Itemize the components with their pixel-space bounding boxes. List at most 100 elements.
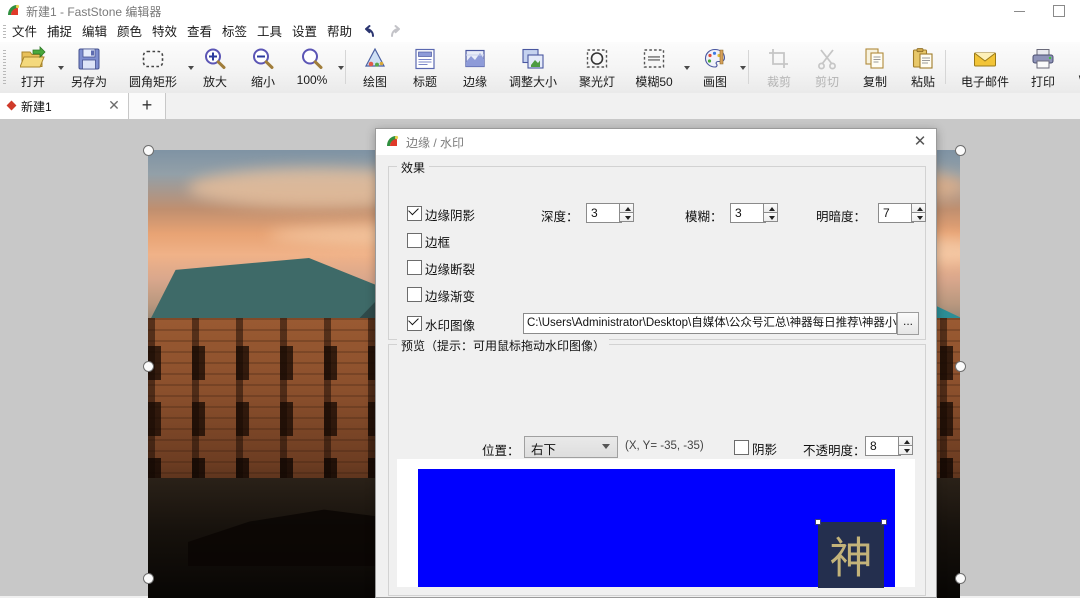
- depth-spinner[interactable]: 3: [586, 203, 636, 223]
- toolbar-word-button[interactable]: W Word: [1068, 44, 1080, 91]
- toolbar-paste-label: 粘贴: [910, 75, 935, 89]
- checkbox-label: 水印图像: [425, 319, 476, 333]
- menu-item-file[interactable]: 文件: [9, 24, 40, 40]
- paste-icon: [910, 46, 936, 72]
- blur-decrement-button[interactable]: [763, 212, 778, 222]
- menu-item-tags[interactable]: 标签: [219, 24, 250, 40]
- redo-icon: [386, 24, 404, 40]
- toolbar-zoomout-label: 缩小: [250, 75, 275, 89]
- caption-icon: [412, 46, 438, 72]
- toolbar-open-label: 打开: [20, 75, 45, 89]
- toolbar-print-button[interactable]: 打印: [1020, 44, 1066, 91]
- toolbar-draw-label: 绘图: [362, 75, 387, 89]
- watermark-glyph: 神: [829, 534, 873, 584]
- menu-item-help[interactable]: 帮助: [324, 24, 355, 40]
- toolbar-paste-button[interactable]: 粘贴: [900, 44, 946, 91]
- toolbar-zoom100-button[interactable]: 100%: [288, 44, 336, 91]
- menu-item-color[interactable]: 颜色: [114, 24, 145, 40]
- toolbar-zoomin-button[interactable]: 放大: [192, 44, 238, 91]
- toolbar-caption-label: 标题: [412, 75, 437, 89]
- toolbar-email-button[interactable]: 电子邮件: [952, 44, 1018, 91]
- tab-new1[interactable]: 新建1 ✕: [0, 93, 129, 119]
- minimize-icon[interactable]: [1002, 0, 1038, 21]
- close-icon[interactable]: ✕: [909, 132, 931, 152]
- watermark-handle-ne[interactable]: [881, 519, 887, 525]
- paint-palette-icon: [702, 46, 728, 72]
- watermark-path-input[interactable]: C:\Users\Administrator\Desktop\自媒体\公众号汇总…: [523, 313, 897, 334]
- draw-icon: [362, 46, 388, 72]
- rounded-rect-icon: [140, 46, 166, 72]
- undo-icon[interactable]: [362, 24, 380, 40]
- faststone-logo-icon: [6, 3, 21, 18]
- resize-handle-sw[interactable]: [143, 573, 154, 584]
- toolbar-spotlight-label: 聚光灯: [578, 75, 615, 89]
- menu-item-settings[interactable]: 设置: [289, 24, 320, 40]
- toolbar-print-label: 打印: [1030, 75, 1055, 89]
- edge-watermark-dialog[interactable]: 边缘 / 水印 ✕ 效果 边缘阴影 深度： 3 模糊： 3 明暗度： 7 边框 …: [375, 128, 937, 598]
- toolbar-crop-button: 裁剪: [756, 44, 802, 91]
- toolbar-crop-label: 裁剪: [766, 75, 791, 89]
- resize-handle-ne[interactable]: [955, 145, 966, 156]
- brightness-input[interactable]: 7: [878, 203, 914, 223]
- tab-label: 新建1: [21, 100, 52, 114]
- toolbar-saveas-button[interactable]: 另存为: [62, 44, 116, 91]
- resize-handle-nw[interactable]: [143, 145, 154, 156]
- checkbox-label: 边缘断裂: [425, 263, 476, 277]
- depth-label: 深度：: [541, 210, 579, 224]
- brightness-decrement-button[interactable]: [911, 212, 926, 222]
- preview-surface[interactable]: 神: [397, 459, 915, 588]
- effects-group-label: 效果: [397, 159, 430, 176]
- maximize-icon[interactable]: [1040, 0, 1076, 21]
- depth-input[interactable]: 3: [586, 203, 622, 223]
- checkbox-box: [407, 233, 422, 248]
- menu-grip: [3, 25, 6, 39]
- toolbar-copy-button[interactable]: 复制: [852, 44, 898, 91]
- menu-item-capture[interactable]: 捕捉: [44, 24, 75, 40]
- email-icon: [972, 46, 998, 72]
- toolbar-zoomin-label: 放大: [202, 75, 227, 89]
- toolbar-blur-button[interactable]: 模糊50: [626, 44, 682, 91]
- menu-item-view[interactable]: 查看: [184, 24, 215, 40]
- toolbar-separator: [945, 50, 946, 84]
- spotlight-icon: [584, 46, 610, 72]
- menu-item-tools[interactable]: 工具: [254, 24, 285, 40]
- toolbar-blur-dropdown[interactable]: [683, 44, 692, 91]
- save-disk-icon: [76, 46, 102, 72]
- toolbar-blur-label: 模糊50: [635, 75, 673, 89]
- toolbar-edge-button[interactable]: 边缘: [452, 44, 498, 91]
- brightness-spinner[interactable]: 7: [878, 203, 928, 223]
- resize-handle-e[interactable]: [955, 361, 966, 372]
- watermark-browse-button[interactable]: ...: [897, 312, 919, 335]
- toolbar-email-label: 电子邮件: [960, 75, 1009, 89]
- toolbar-paint-dropdown[interactable]: [739, 44, 748, 91]
- watermark-handle-nw[interactable]: [815, 519, 821, 525]
- watermark-overlay[interactable]: 神: [815, 519, 887, 588]
- toolbar-draw-button[interactable]: 绘图: [352, 44, 398, 91]
- toolbar-open-button[interactable]: 打开: [10, 44, 56, 91]
- toolbar-paint-button[interactable]: 画图: [692, 44, 738, 91]
- checkbox-box: [407, 287, 422, 302]
- edge-icon: [462, 46, 488, 72]
- preview-image[interactable]: 神: [418, 469, 895, 588]
- close-icon[interactable]: ✕: [106, 97, 122, 113]
- new-tab-button[interactable]: +: [129, 93, 166, 119]
- blur-input[interactable]: 3: [730, 203, 766, 223]
- toolbar-paint-label: 画图: [702, 75, 727, 89]
- window-title: 新建1 - FastStone 编辑器: [26, 5, 162, 19]
- blur-spinner[interactable]: 3: [730, 203, 780, 223]
- depth-decrement-button[interactable]: [619, 212, 634, 222]
- menu-item-effects[interactable]: 特效: [149, 24, 180, 40]
- brightness-label: 明暗度：: [816, 210, 867, 224]
- toolbar-grip: [3, 50, 6, 84]
- toolbar-zoomout-button[interactable]: 缩小: [240, 44, 286, 91]
- menu-item-edit[interactable]: 编辑: [79, 24, 110, 40]
- toolbar-roundrect-button[interactable]: 圆角矩形: [120, 44, 186, 91]
- toolbar-caption-button[interactable]: 标题: [402, 44, 448, 91]
- resize-handle-se[interactable]: [955, 573, 966, 584]
- toolbar-resize-button[interactable]: 调整大小: [500, 44, 566, 91]
- toolbar-spotlight-button[interactable]: 聚光灯: [570, 44, 624, 91]
- toolbar-cut-button: 剪切: [804, 44, 850, 91]
- printer-icon: [1030, 46, 1056, 72]
- resize-handle-w[interactable]: [143, 361, 154, 372]
- checkbox-box: [407, 260, 422, 275]
